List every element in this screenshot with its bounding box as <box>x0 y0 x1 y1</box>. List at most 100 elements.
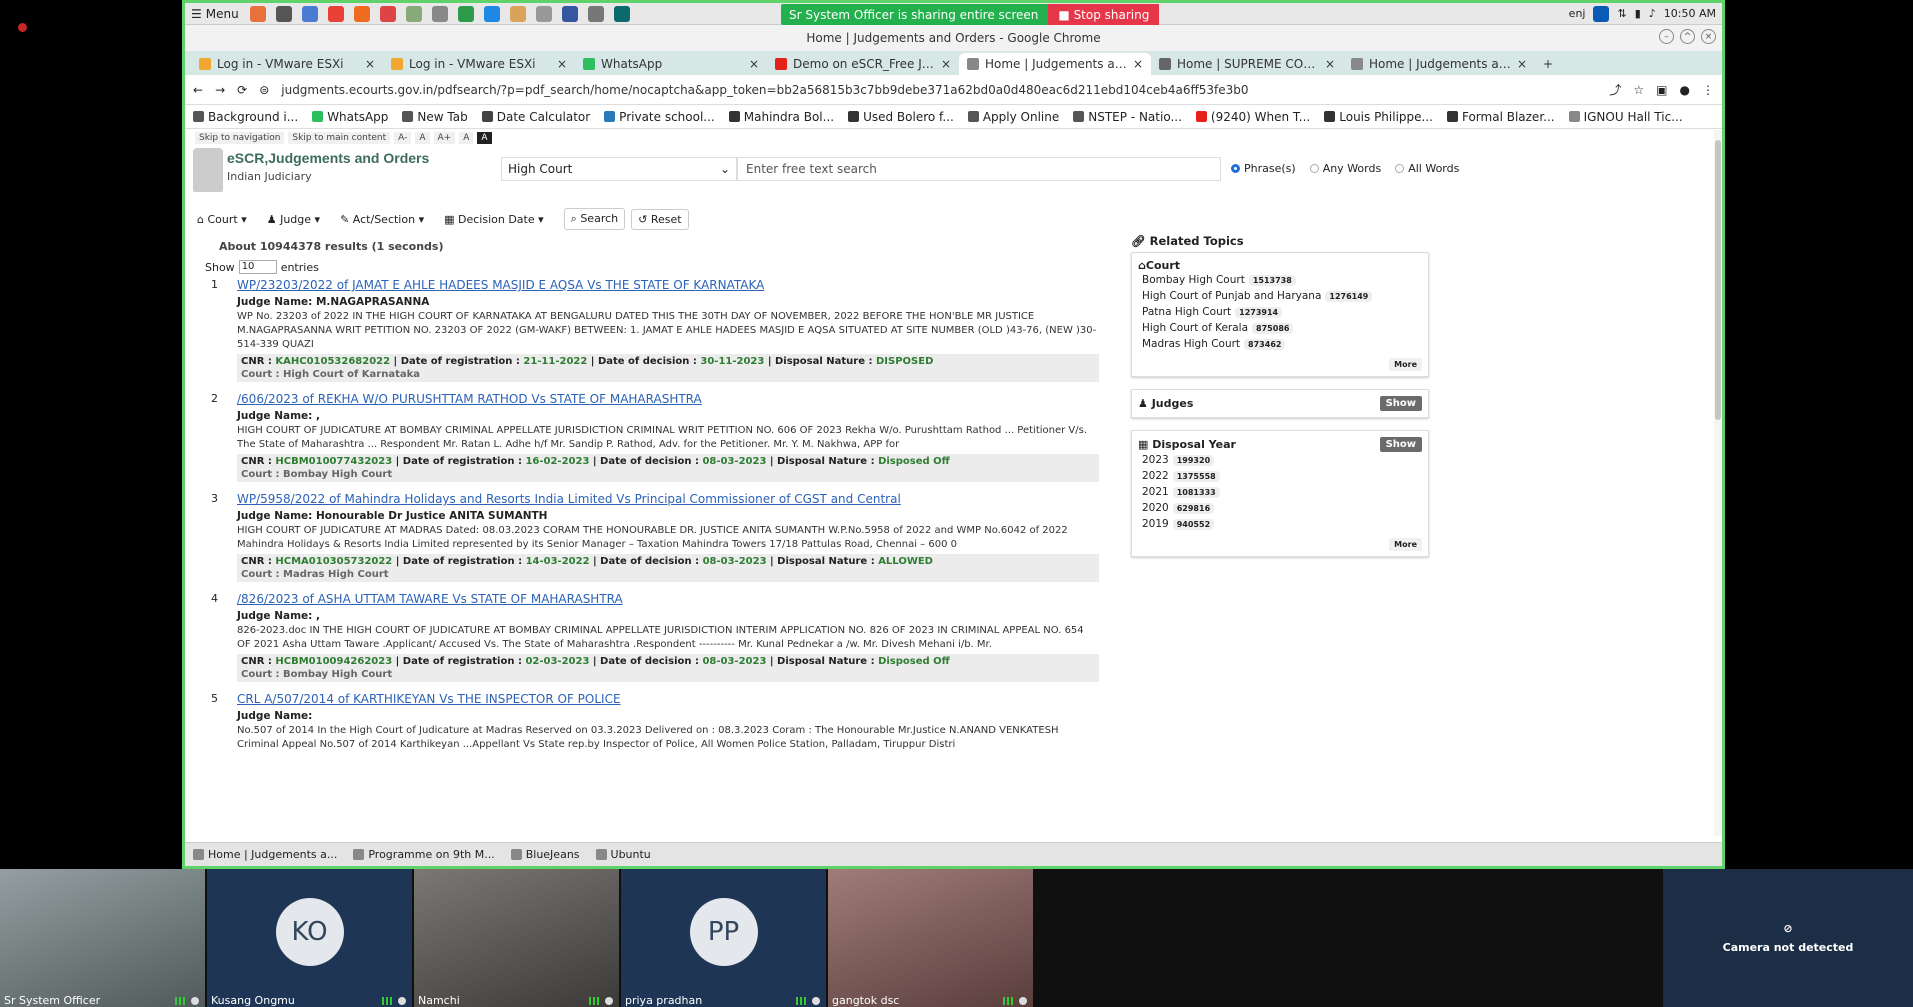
more-courts-button[interactable]: More <box>1389 358 1422 371</box>
browser-tab[interactable]: Log in - VMware ESXi × <box>383 53 575 75</box>
site-info-icon[interactable]: ⊜ <box>259 83 269 97</box>
browser-tab[interactable]: Home | SUPREME COURT × <box>1151 53 1343 75</box>
site-title[interactable]: eSCR,Judgements and Orders <box>227 150 429 166</box>
bookmark-item[interactable]: (9240) When T... <box>1195 110 1310 124</box>
bookmark-item[interactable]: Louis Philippe... <box>1324 110 1433 124</box>
bookmark-star-icon[interactable]: ☆ <box>1633 83 1644 97</box>
page-length-select[interactable]: 10 <box>238 260 277 274</box>
participant-tile[interactable]: Sr System Officer <box>0 869 205 1007</box>
skip-main-link[interactable]: Skip to main content <box>288 132 391 144</box>
radio-button[interactable] <box>1395 164 1405 173</box>
year-facet-item[interactable]: 2019 940552 <box>1138 516 1422 532</box>
bookmark-item[interactable]: Mahindra Bol... <box>728 110 834 124</box>
keyboard-layout[interactable]: enj <box>1569 7 1586 20</box>
result-title-link[interactable]: WP/5958/2022 of Mahindra Holidays and Re… <box>237 492 1099 506</box>
chrome-icon[interactable] <box>327 5 344 22</box>
participant-tile[interactable]: Namchi <box>414 869 619 1007</box>
page-scrollbar[interactable] <box>1714 130 1722 836</box>
bookmark-item[interactable]: WhatsApp <box>312 110 388 124</box>
taskbar-item[interactable]: Ubuntu <box>595 848 651 861</box>
network-icon[interactable]: ⇅ <box>1617 7 1626 20</box>
court-facet-item[interactable]: Madras High Court 873462 <box>1138 336 1422 352</box>
filter-act-section[interactable]: ✎ Act/Section ▾ <box>340 213 424 226</box>
search-mode-radio[interactable]: Any Words <box>1309 162 1381 175</box>
filter-judge[interactable]: ♟ Judge ▾ <box>267 213 320 226</box>
tab-close-icon[interactable]: × <box>941 57 951 71</box>
browser-tab[interactable]: Demo on eSCR_Free Judg × <box>767 53 959 75</box>
bookmark-item[interactable]: Used Bolero f... <box>848 110 954 124</box>
terminal-icon[interactable] <box>613 5 630 22</box>
sidepanel-icon[interactable]: ▣ <box>1656 83 1667 97</box>
vscode-icon[interactable] <box>483 5 500 22</box>
browser-tab[interactable]: WhatsApp × <box>575 53 767 75</box>
free-text-search-input[interactable]: Enter free text search <box>737 157 1221 181</box>
show-judges-button[interactable]: Show <box>1379 396 1422 411</box>
bookmark-item[interactable]: Apply Online <box>967 110 1059 124</box>
brave-icon[interactable] <box>353 5 370 22</box>
year-facet-item[interactable]: 2022 1375558 <box>1138 468 1422 484</box>
reload-icon[interactable]: ⟳ <box>237 83 247 97</box>
stop-sharing-button[interactable]: ■ Stop sharing <box>1048 4 1160 25</box>
font-decrease-button[interactable]: A- <box>394 132 412 144</box>
app-icon[interactable] <box>379 5 396 22</box>
search-icon[interactable] <box>275 5 292 22</box>
menu-button[interactable]: ☰ Menu <box>191 7 239 21</box>
participant-tile[interactable]: gangtok dsc <box>828 869 1033 1007</box>
more-years-button[interactable]: More <box>1389 538 1422 551</box>
microphone-icon[interactable] <box>812 997 820 1005</box>
microphone-icon[interactable] <box>398 997 406 1005</box>
kebab-menu-icon[interactable]: ⋮ <box>1702 83 1714 97</box>
microphone-icon[interactable] <box>1019 997 1027 1005</box>
court-facet-item[interactable]: Patna High Court 1273914 <box>1138 304 1422 320</box>
bookmark-item[interactable]: Private school... <box>604 110 715 124</box>
taskbar-item[interactable]: Programme on 9th M... <box>353 848 495 861</box>
year-facet-item[interactable]: 2023 199320 <box>1138 452 1422 468</box>
tab-close-icon[interactable]: × <box>1133 57 1143 71</box>
font-normal-button[interactable]: A <box>415 132 430 144</box>
app-icon[interactable] <box>587 5 604 22</box>
battery-icon[interactable]: ▮ <box>1635 7 1641 20</box>
microphone-icon[interactable] <box>191 997 199 1005</box>
court-type-select[interactable]: High Court ⌄ <box>501 157 737 181</box>
minimize-icon[interactable]: – <box>1659 29 1674 44</box>
year-facet-item[interactable]: 2020 629816 <box>1138 500 1422 516</box>
result-title-link[interactable]: CRL A/507/2014 of KARTHIKEYAN Vs THE INS… <box>237 692 1099 706</box>
spreadsheet-icon[interactable] <box>457 5 474 22</box>
participant-tile[interactable]: PP priya pradhan <box>621 869 826 1007</box>
year-facet-item[interactable]: 2021 1081333 <box>1138 484 1422 500</box>
bookmark-item[interactable]: New Tab <box>402 110 468 124</box>
tab-close-icon[interactable]: × <box>365 57 375 71</box>
document-icon[interactable] <box>509 5 526 22</box>
radio-button[interactable] <box>1309 164 1319 173</box>
court-facet-item[interactable]: High Court of Kerala 875086 <box>1138 320 1422 336</box>
court-facet-item[interactable]: Bombay High Court 1513738 <box>1138 272 1422 288</box>
search-mode-radio[interactable]: Phrase(s) <box>1231 162 1296 175</box>
share-icon[interactable]: ⤴ <box>1609 81 1621 98</box>
result-title-link[interactable]: /606/2023 of REKHA W/O PURUSHTTAM RATHOD… <box>237 392 1099 406</box>
result-title-link[interactable]: /826/2023 of ASHA UTTAM TAWARE Vs STATE … <box>237 592 1099 606</box>
bookmark-item[interactable]: Formal Blazer... <box>1446 110 1555 124</box>
new-tab-button[interactable]: + <box>1535 53 1565 75</box>
radio-button[interactable] <box>1231 164 1240 173</box>
files-icon[interactable] <box>301 5 318 22</box>
hp-icon[interactable] <box>1593 5 1610 22</box>
taskbar-item[interactable]: Home | Judgements a... <box>193 848 337 861</box>
app-icon[interactable] <box>561 5 578 22</box>
app-icon[interactable] <box>535 5 552 22</box>
scrollbar-thumb[interactable] <box>1715 140 1721 420</box>
show-years-button[interactable]: Show <box>1379 437 1422 452</box>
tool-icon[interactable] <box>431 5 448 22</box>
tab-close-icon[interactable]: × <box>557 57 567 71</box>
forward-icon[interactable]: → <box>215 83 225 97</box>
browser-tab[interactable]: Log in - VMware ESXi × <box>191 53 383 75</box>
firefox-icon[interactable] <box>249 5 266 22</box>
filter-court[interactable]: ⌂ Court ▾ <box>197 213 247 226</box>
theme-dark-button[interactable]: A <box>477 132 492 144</box>
tab-close-icon[interactable]: × <box>749 57 759 71</box>
search-button[interactable]: ⌕ Search <box>563 208 626 230</box>
browser-tab[interactable]: Home | Judgements and × <box>959 53 1151 75</box>
back-icon[interactable]: ← <box>193 83 203 97</box>
participant-tile[interactable]: KO Kusang Ongmu <box>207 869 412 1007</box>
app-icon[interactable] <box>405 5 422 22</box>
search-mode-radio[interactable]: All Words <box>1395 162 1459 175</box>
